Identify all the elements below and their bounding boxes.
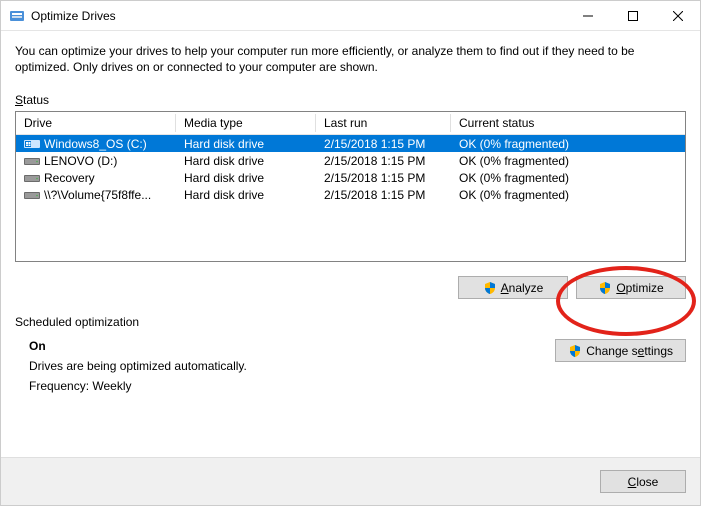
drive-icon <box>24 155 40 167</box>
window-controls <box>565 1 700 30</box>
scheduled-text: On Drives are being optimized automatica… <box>29 339 247 399</box>
close-button[interactable]: Close <box>600 470 686 493</box>
optimize-label: Optimize <box>616 281 663 295</box>
media-type: Hard disk drive <box>176 188 316 202</box>
table-row[interactable]: Recovery Hard disk drive2/15/2018 1:15 PM… <box>16 169 685 186</box>
shield-icon <box>598 281 612 295</box>
current-status: OK (0% fragmented) <box>451 171 671 185</box>
window-title: Optimize Drives <box>31 9 565 23</box>
drive-name: LENOVO (D:) <box>44 154 117 168</box>
analyze-button[interactable]: Analyze <box>458 276 568 299</box>
shield-icon <box>483 281 497 295</box>
change-settings-label: Change settings <box>586 344 673 358</box>
drive-icon <box>24 138 40 150</box>
app-icon <box>9 8 25 24</box>
current-status: OK (0% fragmented) <box>451 154 671 168</box>
drive-icon <box>24 189 40 201</box>
minimize-button[interactable] <box>565 1 610 30</box>
media-type: Hard disk drive <box>176 154 316 168</box>
drive-name: Recovery <box>44 171 95 185</box>
drive-name: Windows8_OS (C:) <box>44 137 147 151</box>
last-run: 2/15/2018 1:15 PM <box>316 137 451 151</box>
status-label: Status <box>15 93 686 107</box>
table-row[interactable]: Windows8_OS (C:) Hard disk drive2/15/2018… <box>16 135 685 152</box>
last-run: 2/15/2018 1:15 PM <box>316 171 451 185</box>
col-drive[interactable]: Drive <box>16 112 176 134</box>
close-window-button[interactable] <box>655 1 700 30</box>
optimize-button[interactable]: Optimize <box>576 276 686 299</box>
footer: Close <box>1 457 700 505</box>
scheduled-label: Scheduled optimization <box>15 315 686 329</box>
media-type: Hard disk drive <box>176 137 316 151</box>
change-settings-button[interactable]: Change settings <box>555 339 686 362</box>
current-status: OK (0% fragmented) <box>451 137 671 151</box>
maximize-button[interactable] <box>610 1 655 30</box>
media-type: Hard disk drive <box>176 171 316 185</box>
titlebar: Optimize Drives <box>1 1 700 31</box>
last-run: 2/15/2018 1:15 PM <box>316 188 451 202</box>
last-run: 2/15/2018 1:15 PM <box>316 154 451 168</box>
col-media[interactable]: Media type <box>176 112 316 134</box>
drive-name: \\?\Volume{75f8ffe... <box>44 188 151 202</box>
col-last[interactable]: Last run <box>316 112 451 134</box>
table-header: Drive Media type Last run Current status <box>16 112 685 135</box>
col-status[interactable]: Current status <box>451 112 671 134</box>
current-status: OK (0% fragmented) <box>451 188 671 202</box>
drive-icon <box>24 172 40 184</box>
analyze-label: Analyze <box>501 281 544 295</box>
scheduled-desc: Drives are being optimized automatically… <box>29 359 247 373</box>
close-label: Close <box>628 475 659 489</box>
scheduled-freq: Frequency: Weekly <box>29 379 247 393</box>
table-row[interactable]: LENOVO (D:) Hard disk drive2/15/2018 1:15… <box>16 152 685 169</box>
shield-icon <box>568 344 582 358</box>
drives-table: Drive Media type Last run Current status… <box>15 111 686 262</box>
table-row[interactable]: \\?\Volume{75f8ffe... Hard disk drive2/15… <box>16 186 685 203</box>
scheduled-state: On <box>29 339 247 353</box>
table-body: Windows8_OS (C:)Hard disk drive2/15/2018… <box>16 135 685 261</box>
description-text: You can optimize your drives to help you… <box>15 43 686 75</box>
